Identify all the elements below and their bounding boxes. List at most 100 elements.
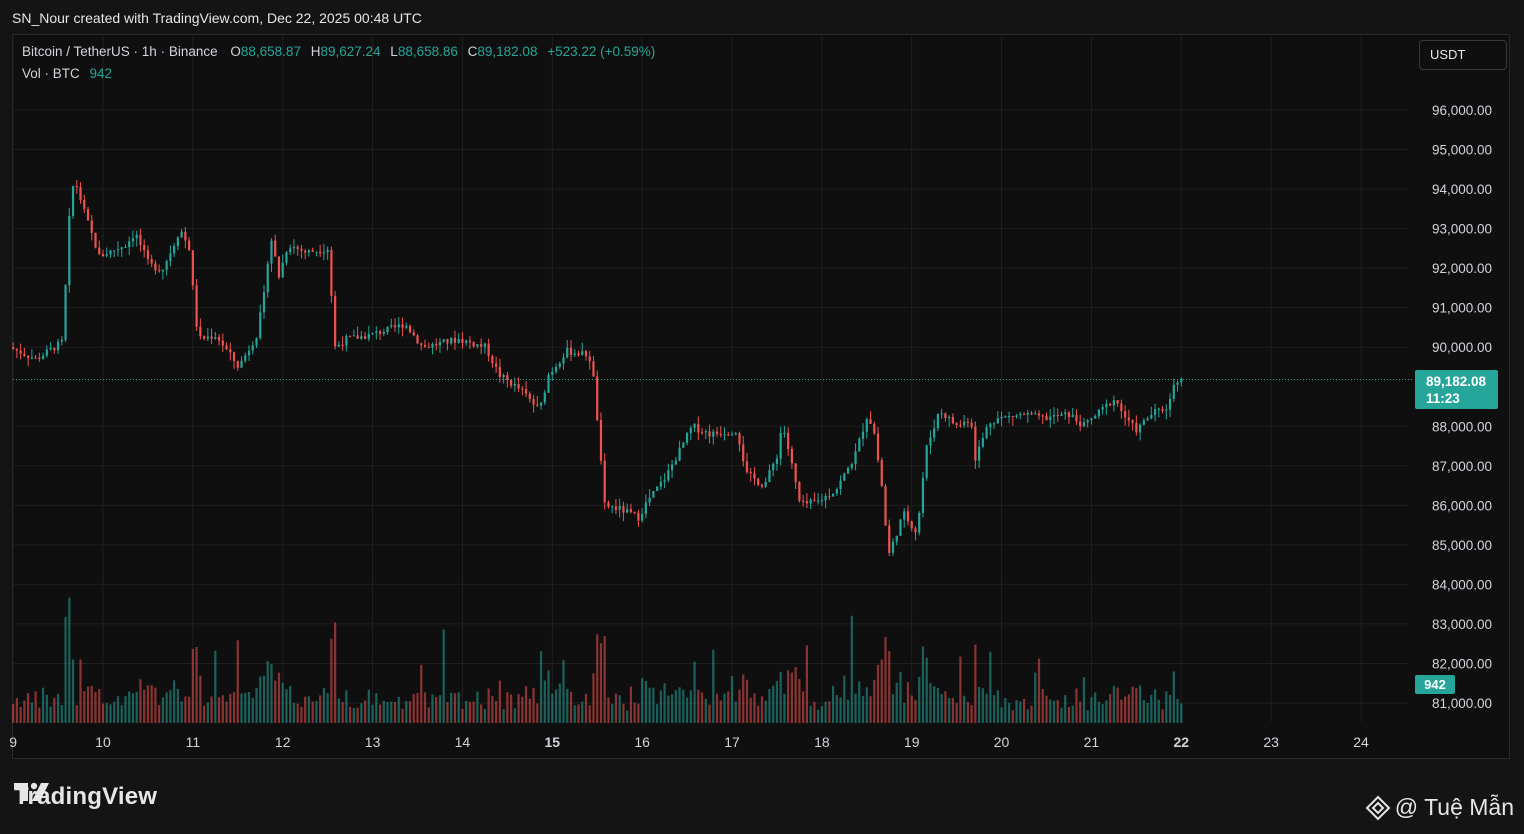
author-name: @ Tuệ Mẫn — [1394, 794, 1514, 820]
candle-body — [629, 509, 633, 512]
symbol-label[interactable]: Bitcoin / TetherUS · 1h · Binance — [22, 44, 218, 59]
candle-body — [966, 421, 969, 423]
volume-bar — [442, 629, 445, 723]
open-label: O — [230, 44, 241, 59]
volume-bar — [165, 692, 168, 723]
volume-bar — [573, 705, 576, 723]
candle-body — [689, 427, 692, 434]
volume-bar — [371, 704, 374, 723]
volume-bar — [876, 664, 880, 723]
candle-body — [202, 336, 206, 339]
volume-bar — [412, 693, 415, 723]
candle-body — [865, 419, 868, 432]
candle-body — [442, 339, 445, 342]
volume-bar — [483, 709, 486, 723]
volume-bar — [27, 693, 30, 723]
volume-bar — [693, 661, 696, 723]
candle-body — [775, 458, 779, 464]
volume-bar — [1000, 707, 1003, 723]
x-tick-label: 23 — [1263, 734, 1279, 750]
volume-bar — [176, 689, 179, 723]
candle-body — [1135, 423, 1138, 433]
candle-body — [813, 499, 816, 501]
volume-bar — [1097, 701, 1101, 723]
candle-body — [1037, 413, 1041, 416]
x-tick-label: 9 — [9, 734, 17, 750]
candle-body — [502, 374, 505, 377]
volume-bar — [393, 702, 397, 723]
candle-body — [1041, 415, 1044, 417]
candle-body — [401, 324, 404, 328]
currency-button[interactable]: USDT — [1419, 40, 1507, 70]
volume-bar — [161, 697, 165, 723]
volume-bar — [1094, 692, 1097, 723]
volume-bar — [738, 689, 741, 723]
volume-bar — [551, 693, 554, 723]
x-tick-label: 21 — [1084, 734, 1100, 750]
volume-bar — [277, 672, 281, 723]
volume-bar — [315, 700, 318, 723]
candle-body — [1082, 422, 1086, 427]
candle-body — [955, 423, 958, 426]
candle-body — [633, 511, 636, 513]
candle-body — [558, 363, 561, 367]
candle-body — [861, 431, 865, 439]
x-tick-label: 20 — [994, 734, 1010, 750]
candle-body — [637, 512, 640, 521]
candle-body — [1049, 416, 1052, 420]
price-chart[interactable]: 96,000.00 95,000.00 94,000.00 93,000.00 92,0… — [0, 0, 1524, 834]
volume-bar — [49, 706, 52, 723]
volume-bar — [330, 638, 333, 723]
y-tick-label: 84,000.00 — [1432, 577, 1492, 592]
volume-bar — [955, 702, 958, 723]
x-tick-label: 14 — [455, 734, 471, 750]
volume-bar — [229, 693, 232, 723]
low-label: L — [390, 44, 398, 59]
volume-bar — [963, 695, 966, 723]
volume-bar — [341, 702, 344, 723]
candle-body — [802, 500, 805, 502]
volume-bar — [289, 685, 292, 723]
candle-body — [839, 480, 842, 490]
candle-body — [933, 428, 936, 438]
candle-body — [393, 325, 397, 328]
candle-body — [483, 343, 486, 347]
volume-bar — [34, 691, 37, 723]
candle-body — [551, 371, 554, 375]
volume-bar — [363, 700, 367, 723]
candle-body — [700, 432, 704, 434]
candle-body — [1157, 408, 1160, 410]
candle-body — [989, 423, 992, 428]
volume-bar — [865, 687, 868, 723]
candle-body — [101, 253, 105, 257]
volume-label[interactable]: Vol · BTC — [22, 66, 80, 81]
candle-body — [824, 495, 827, 501]
volume-bar — [813, 701, 816, 723]
y-tick-label: 95,000.00 — [1432, 143, 1492, 158]
volume-bar — [188, 696, 191, 723]
volume-bar — [378, 704, 382, 723]
volume-bar — [824, 701, 827, 723]
candle-body — [918, 512, 921, 533]
tradingview-brand[interactable]: TradingView — [14, 781, 157, 813]
candle-body — [846, 467, 850, 474]
volume-bar — [480, 704, 483, 723]
volume-bar — [322, 688, 325, 723]
volume-bar — [513, 708, 516, 723]
volume-bar — [1090, 697, 1093, 723]
candle-body — [940, 413, 943, 415]
candle-body — [1124, 411, 1127, 418]
candle-body — [53, 347, 56, 351]
volume-bar — [173, 680, 176, 723]
volume-bar — [420, 664, 423, 723]
candle-body — [199, 326, 202, 337]
candle-body — [98, 247, 101, 254]
volume-bar — [1052, 700, 1056, 723]
binance-diamond-icon — [1365, 795, 1391, 820]
volume-bar — [787, 670, 790, 723]
candle-body — [1026, 413, 1029, 415]
candle-body — [682, 442, 685, 448]
author-watermark: @ Tuệ Mẫn — [1365, 794, 1514, 821]
volume-bar — [929, 683, 932, 723]
candle-body — [154, 263, 157, 271]
